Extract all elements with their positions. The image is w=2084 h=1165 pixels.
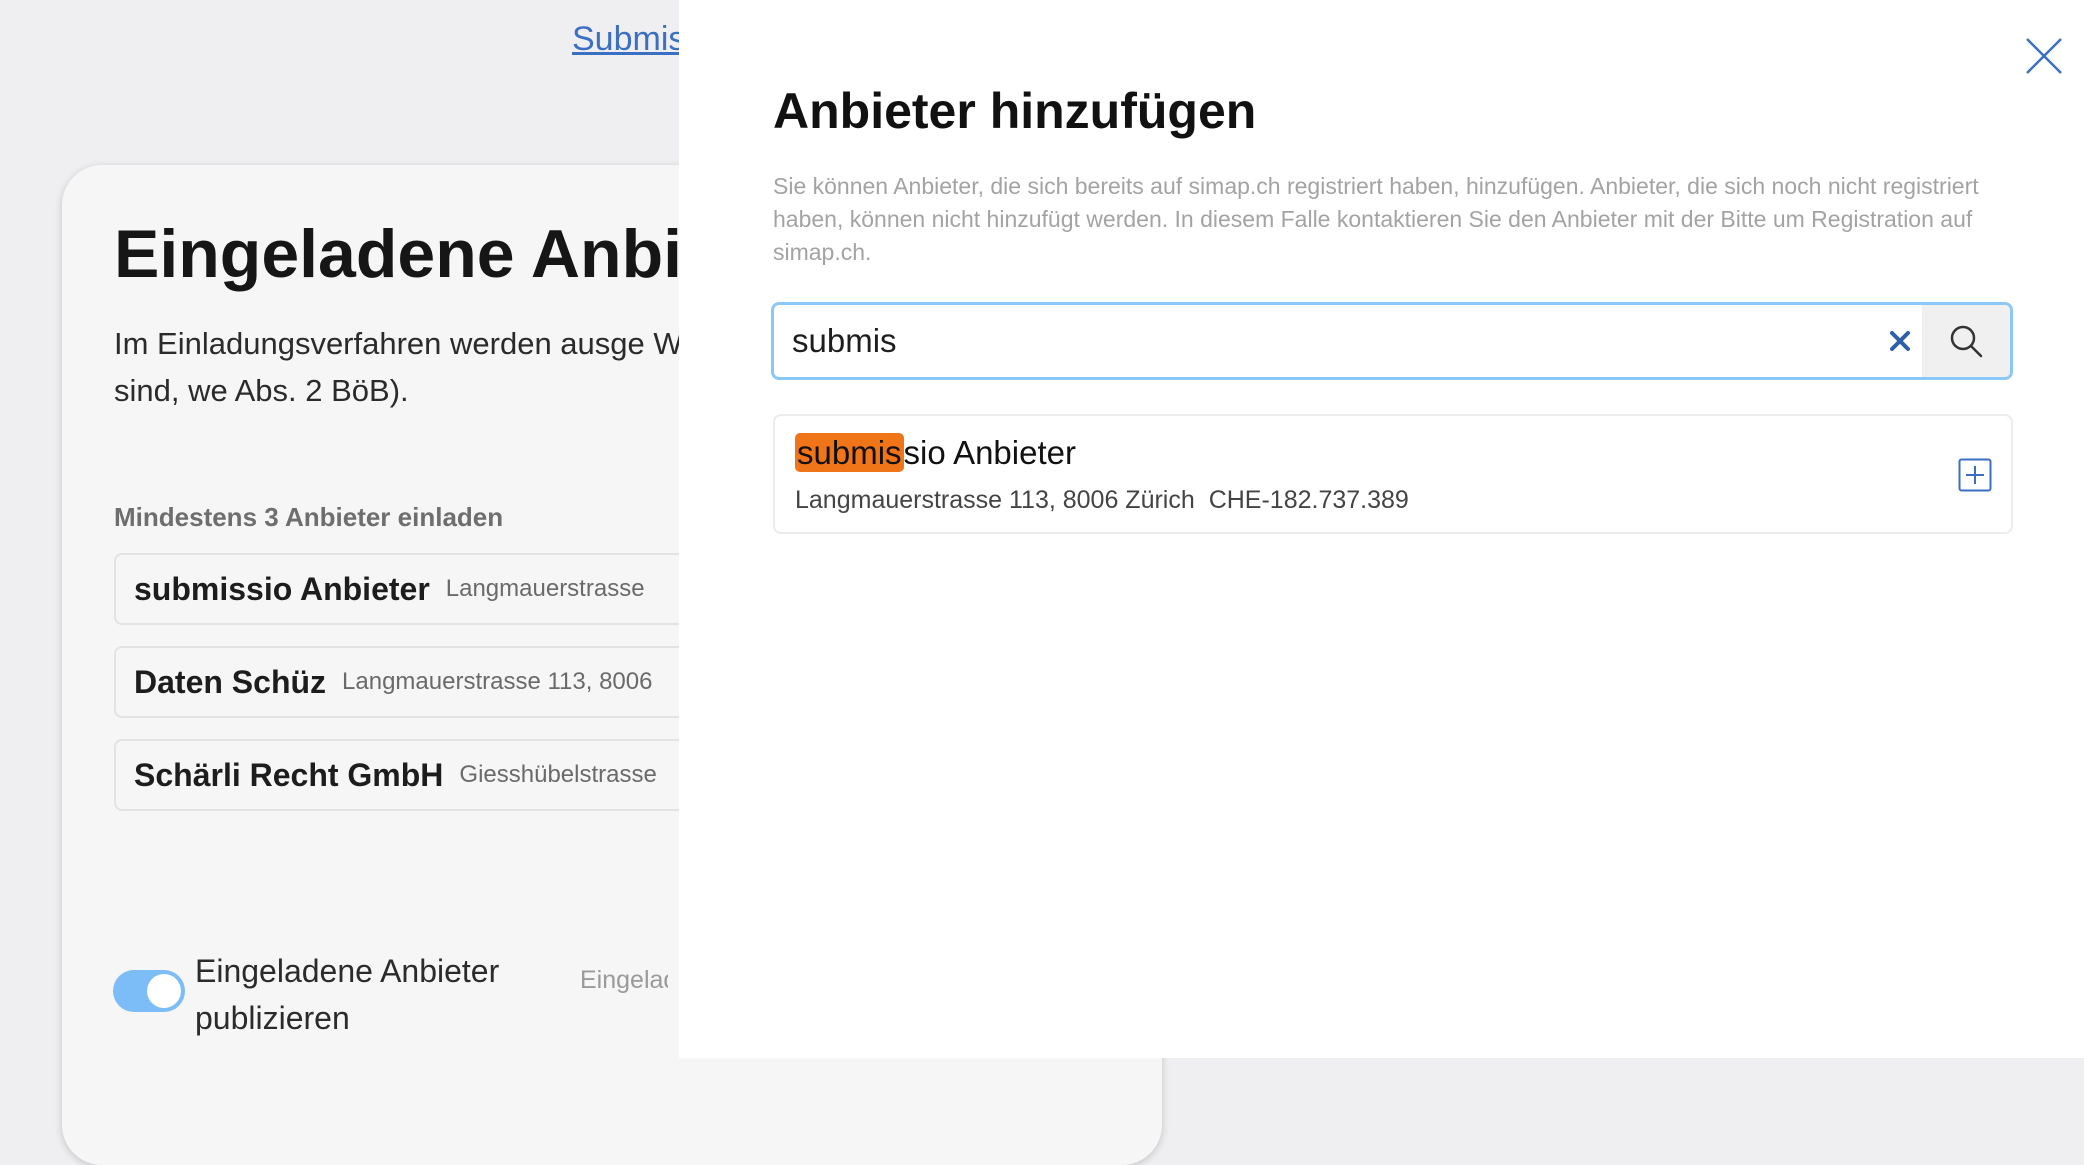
submission-link[interactable]: Submis: [572, 20, 685, 59]
card-title: Eingeladene Anbie: [114, 216, 720, 292]
clear-icon: [1890, 331, 1910, 351]
add-icon: [1958, 458, 1992, 492]
close-button[interactable]: [2024, 36, 2064, 76]
invited-provider-address: Langmauerstrasse 113, 8006: [342, 668, 653, 695]
search-input[interactable]: [774, 305, 1884, 377]
publish-help-text: Eingelad Eingelad: [580, 966, 668, 994]
publish-toggle[interactable]: [113, 970, 185, 1012]
invited-provider-name: Schärli Recht GmbH: [134, 756, 444, 793]
drawer-description: Sie können Anbieter, die sich bereits au…: [773, 173, 1979, 265]
provider-search: [771, 302, 2013, 380]
minimum-providers-label: Mindestens 3 Anbieter einladen: [114, 502, 504, 532]
add-provider-button[interactable]: [1958, 458, 1992, 492]
drawer-title: Anbieter hinzufügen: [773, 83, 1257, 139]
search-button[interactable]: [1922, 305, 2010, 377]
invited-provider-name: submissio Anbieter: [134, 570, 430, 607]
invited-provider-address: Langmauerstrasse: [445, 575, 645, 602]
invited-provider-name: Daten Schüz: [134, 663, 327, 700]
clear-search-button[interactable]: [1878, 319, 1922, 363]
search-result[interactable]: submissio Anbieter Langmauerstrasse 113,…: [773, 414, 2013, 534]
result-uid: CHE-182.737.389: [1208, 486, 1409, 514]
result-address: Langmauerstrasse 113, 8006 Zürich: [795, 486, 1195, 514]
toggle-knob: [147, 974, 181, 1008]
invited-provider-address: Giesshübelstrasse: [459, 761, 657, 788]
result-name: submissio Anbieter: [795, 433, 1076, 472]
search-icon: [1950, 325, 1983, 358]
close-icon: [2026, 38, 2062, 74]
publish-toggle-label: Eingeladene Anbieter publizieren: [195, 953, 500, 1036]
result-name-rest: sio Anbieter: [903, 434, 1076, 471]
result-details: Langmauerstrasse 113, 8006 Zürich CHE-18…: [795, 486, 1409, 515]
result-name-highlight: submis: [795, 433, 904, 472]
